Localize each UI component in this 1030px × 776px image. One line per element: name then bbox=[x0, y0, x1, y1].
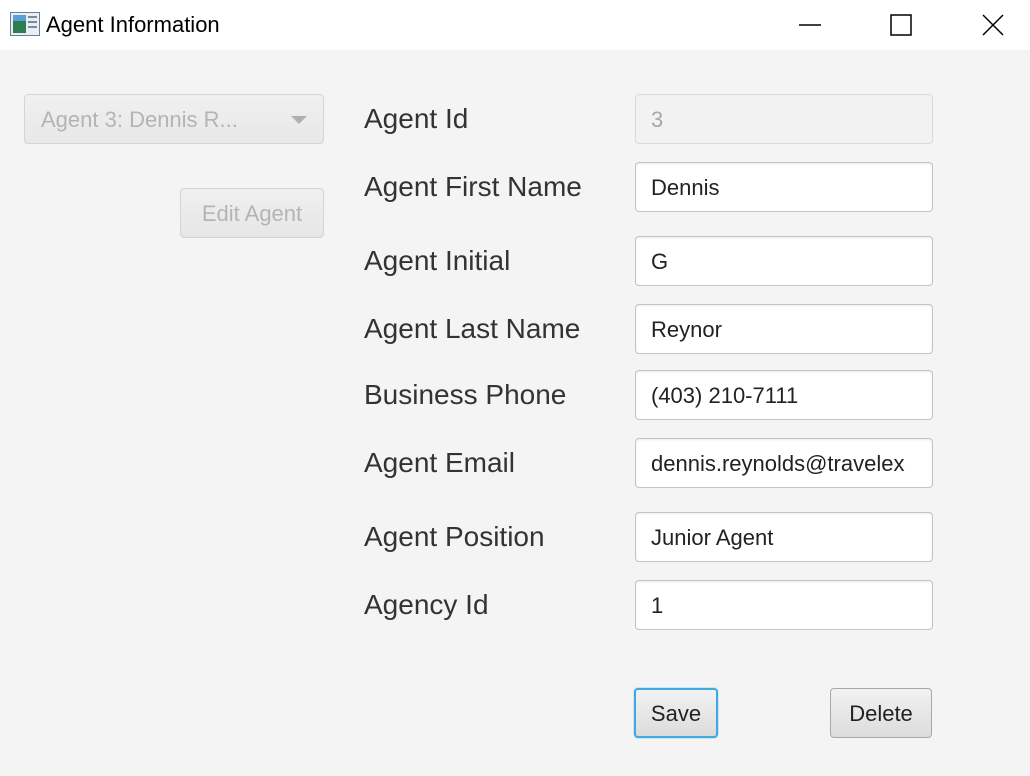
agent-first-name-field[interactable]: Dennis bbox=[635, 162, 933, 212]
maximize-button[interactable] bbox=[855, 0, 947, 50]
agent-id-field[interactable]: 3 bbox=[635, 94, 933, 144]
agent-id-label: Agent Id bbox=[364, 103, 469, 134]
agent-select-value: Agent 3: Dennis R... bbox=[41, 107, 238, 132]
minimize-icon bbox=[799, 24, 821, 26]
agent-initial-field[interactable]: G bbox=[635, 236, 933, 286]
maximize-icon bbox=[890, 14, 912, 36]
agent-email-label: Agent Email bbox=[364, 447, 515, 478]
agency-id-label: Agency Id bbox=[364, 589, 489, 620]
edit-agent-button[interactable]: Edit Agent bbox=[180, 188, 324, 238]
close-icon bbox=[982, 14, 1004, 36]
business-phone-field[interactable]: (403) 210-7111 bbox=[635, 370, 933, 420]
agent-first-name-label: Agent First Name bbox=[364, 171, 582, 202]
agent-last-name-label: Agent Last Name bbox=[364, 313, 581, 344]
chevron-down-icon bbox=[291, 116, 307, 124]
delete-button[interactable]: Delete bbox=[830, 688, 932, 738]
minimize-button[interactable] bbox=[764, 0, 856, 50]
agent-email-field[interactable]: dennis.reynolds@travelex bbox=[635, 438, 933, 488]
business-phone-label: Business Phone bbox=[364, 379, 567, 410]
agent-position-field[interactable]: Junior Agent bbox=[635, 512, 933, 562]
title-bar: Agent Information bbox=[0, 0, 1030, 50]
agent-last-name-field[interactable]: Reynor bbox=[635, 304, 933, 354]
agency-id-field[interactable]: 1 bbox=[635, 580, 933, 630]
agent-select[interactable]: Agent 3: Dennis R... bbox=[24, 94, 324, 144]
agent-form-panel: Agent 3: Dennis R... Edit Agent Agent Id… bbox=[0, 50, 1030, 776]
window-title: Agent Information bbox=[46, 12, 220, 37]
app-icon bbox=[10, 12, 40, 36]
save-button[interactable]: Save bbox=[634, 688, 718, 738]
agent-initial-label: Agent Initial bbox=[364, 245, 511, 276]
agent-position-label: Agent Position bbox=[364, 521, 545, 552]
close-button[interactable] bbox=[947, 0, 1030, 50]
